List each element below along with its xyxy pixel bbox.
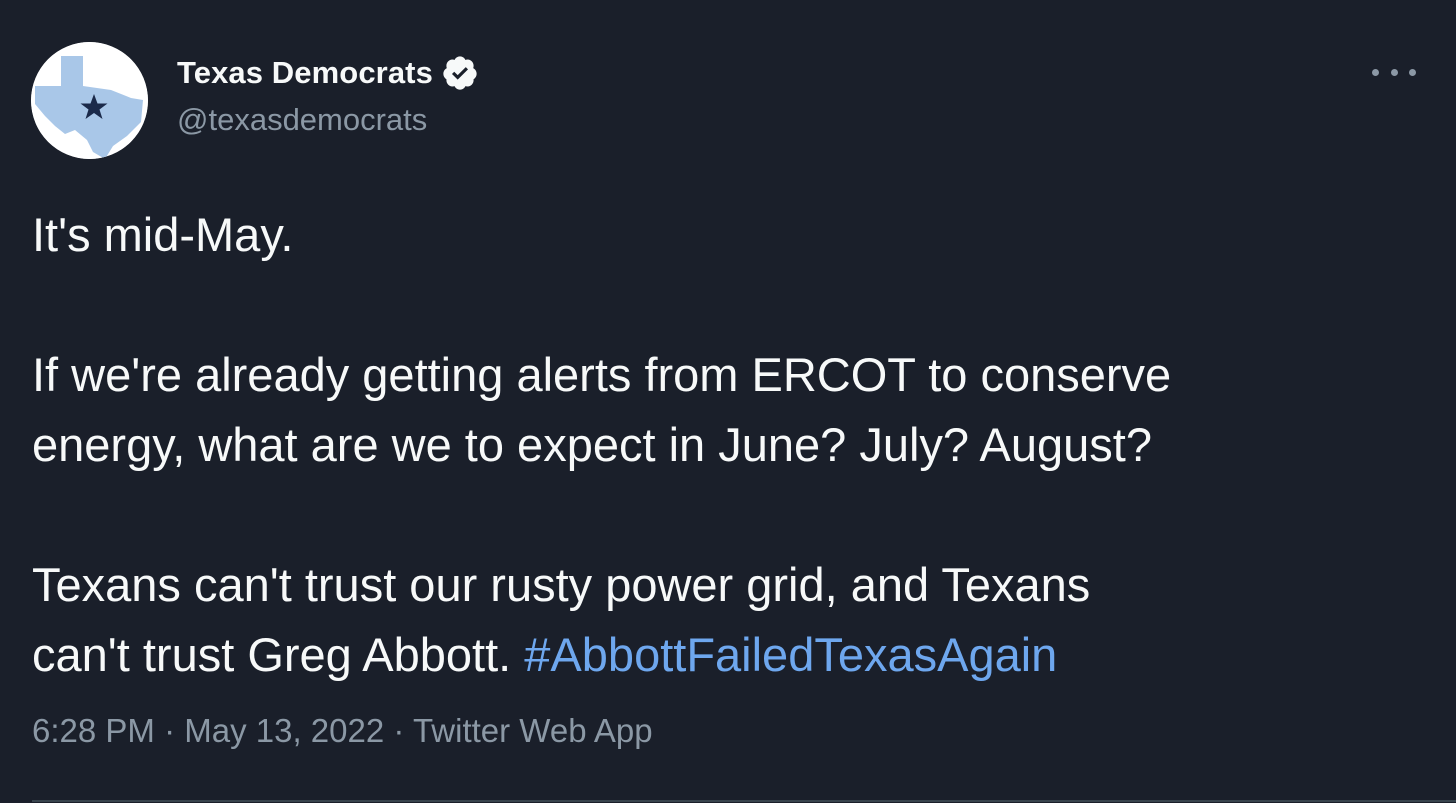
tweet-text-segment: can't trust Greg Abbott. [32,628,525,681]
tweet-text: It's mid-May. If we're already getting a… [32,200,1432,690]
verified-badge-icon [441,54,479,92]
author-name-row[interactable]: Texas Democrats [177,52,479,94]
tweet-line: Texans can't trust our rusty power grid,… [32,558,1091,611]
tweet-metadata: 6:28 PM · May 13, 2022 · Twitter Web App [32,712,653,750]
tweet-line: can't trust Greg Abbott. #AbbottFailedTe… [32,620,1432,690]
texas-star-icon [31,42,148,159]
hashtag-link[interactable]: #AbbottFailedTexasAgain [524,628,1057,681]
dot-icon [1409,68,1416,76]
dot-icon [1390,68,1398,76]
tweet-line: energy, what are we to expect in June? J… [32,418,1152,471]
more-options-icon[interactable] [1372,58,1416,86]
display-name[interactable]: Texas Democrats [177,55,433,91]
author-handle[interactable]: @texasdemocrats [177,102,427,138]
tweet-source[interactable]: Twitter Web App [413,712,653,749]
meta-separator: · [384,712,413,749]
divider [32,800,1456,802]
avatar[interactable] [31,42,148,159]
tweet-line: If we're already getting alerts from ERC… [32,348,1172,401]
tweet-card: Texas Democrats @texasdemocrats It's mid… [0,0,1456,803]
tweet-line: It's mid-May. [32,208,294,261]
tweet-date[interactable]: May 13, 2022 [184,712,384,749]
meta-separator: · [154,712,185,749]
tweet-time[interactable]: 6:28 PM [32,712,155,749]
dot-icon [1372,68,1379,76]
